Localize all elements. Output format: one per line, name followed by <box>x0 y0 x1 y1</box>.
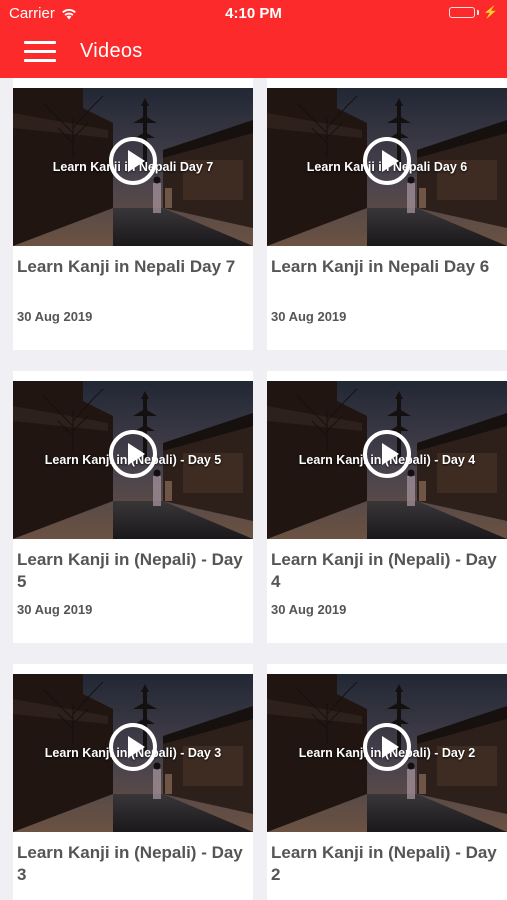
video-card[interactable]: Learn Kanji in (Nepali) - Day 2 Learn Ka… <box>267 664 507 900</box>
video-card[interactable]: Learn Kanji in Nepali Day 6 Learn Kanji … <box>267 78 507 350</box>
play-icon[interactable] <box>108 722 158 772</box>
play-icon[interactable] <box>362 429 412 479</box>
video-card[interactable]: Learn Kanji in (Nepali) - Day 5 Learn Ka… <box>13 371 253 643</box>
video-thumbnail[interactable]: Learn Kanji in (Nepali) - Day 2 <box>267 674 507 832</box>
battery-icon: ⚡ <box>449 6 498 18</box>
hamburger-menu-icon[interactable] <box>24 40 56 64</box>
video-card[interactable]: Learn Kanji in (Nepali) - Day 3 Learn Ka… <box>13 664 253 900</box>
play-icon[interactable] <box>362 722 412 772</box>
play-icon[interactable] <box>108 136 158 186</box>
video-title[interactable]: Learn Kanji in (Nepali) - Day 3 <box>17 842 249 886</box>
video-card[interactable]: Learn Kanji in (Nepali) - Day 4 Learn Ka… <box>267 371 507 643</box>
video-date: 30 Aug 2019 <box>271 602 347 617</box>
video-thumbnail[interactable]: Learn Kanji in Nepali Day 7 <box>13 88 253 246</box>
video-title[interactable]: Learn Kanji in (Nepali) - Day 2 <box>271 842 503 886</box>
video-title[interactable]: Learn Kanji in Nepali Day 6 <box>271 256 503 278</box>
play-icon[interactable] <box>108 429 158 479</box>
status-time: 4:10 PM <box>225 5 282 22</box>
video-thumbnail[interactable]: Learn Kanji in (Nepali) - Day 4 <box>267 381 507 539</box>
page-title: Videos <box>80 40 143 62</box>
charging-bolt-icon: ⚡ <box>483 5 498 19</box>
app-header: Carrier 4:10 PM ⚡ Videos <box>0 0 507 78</box>
navigation-bar: Videos <box>0 28 507 78</box>
video-date: 30 Aug 2019 <box>17 309 93 324</box>
video-title[interactable]: Learn Kanji in (Nepali) - Day 4 <box>271 549 503 593</box>
video-card[interactable]: Learn Kanji in Nepali Day 7 Learn Kanji … <box>13 78 253 350</box>
video-date: 30 Aug 2019 <box>271 309 347 324</box>
video-date: 30 Aug 2019 <box>17 602 93 617</box>
video-thumbnail[interactable]: Learn Kanji in (Nepali) - Day 3 <box>13 674 253 832</box>
video-grid: Learn Kanji in Nepali Day 7 Learn Kanji … <box>0 78 507 900</box>
video-title[interactable]: Learn Kanji in Nepali Day 7 <box>17 256 249 278</box>
play-icon[interactable] <box>362 136 412 186</box>
video-title[interactable]: Learn Kanji in (Nepali) - Day 5 <box>17 549 249 593</box>
video-thumbnail[interactable]: Learn Kanji in (Nepali) - Day 5 <box>13 381 253 539</box>
video-thumbnail[interactable]: Learn Kanji in Nepali Day 6 <box>267 88 507 246</box>
status-bar: Carrier 4:10 PM ⚡ <box>0 0 507 28</box>
